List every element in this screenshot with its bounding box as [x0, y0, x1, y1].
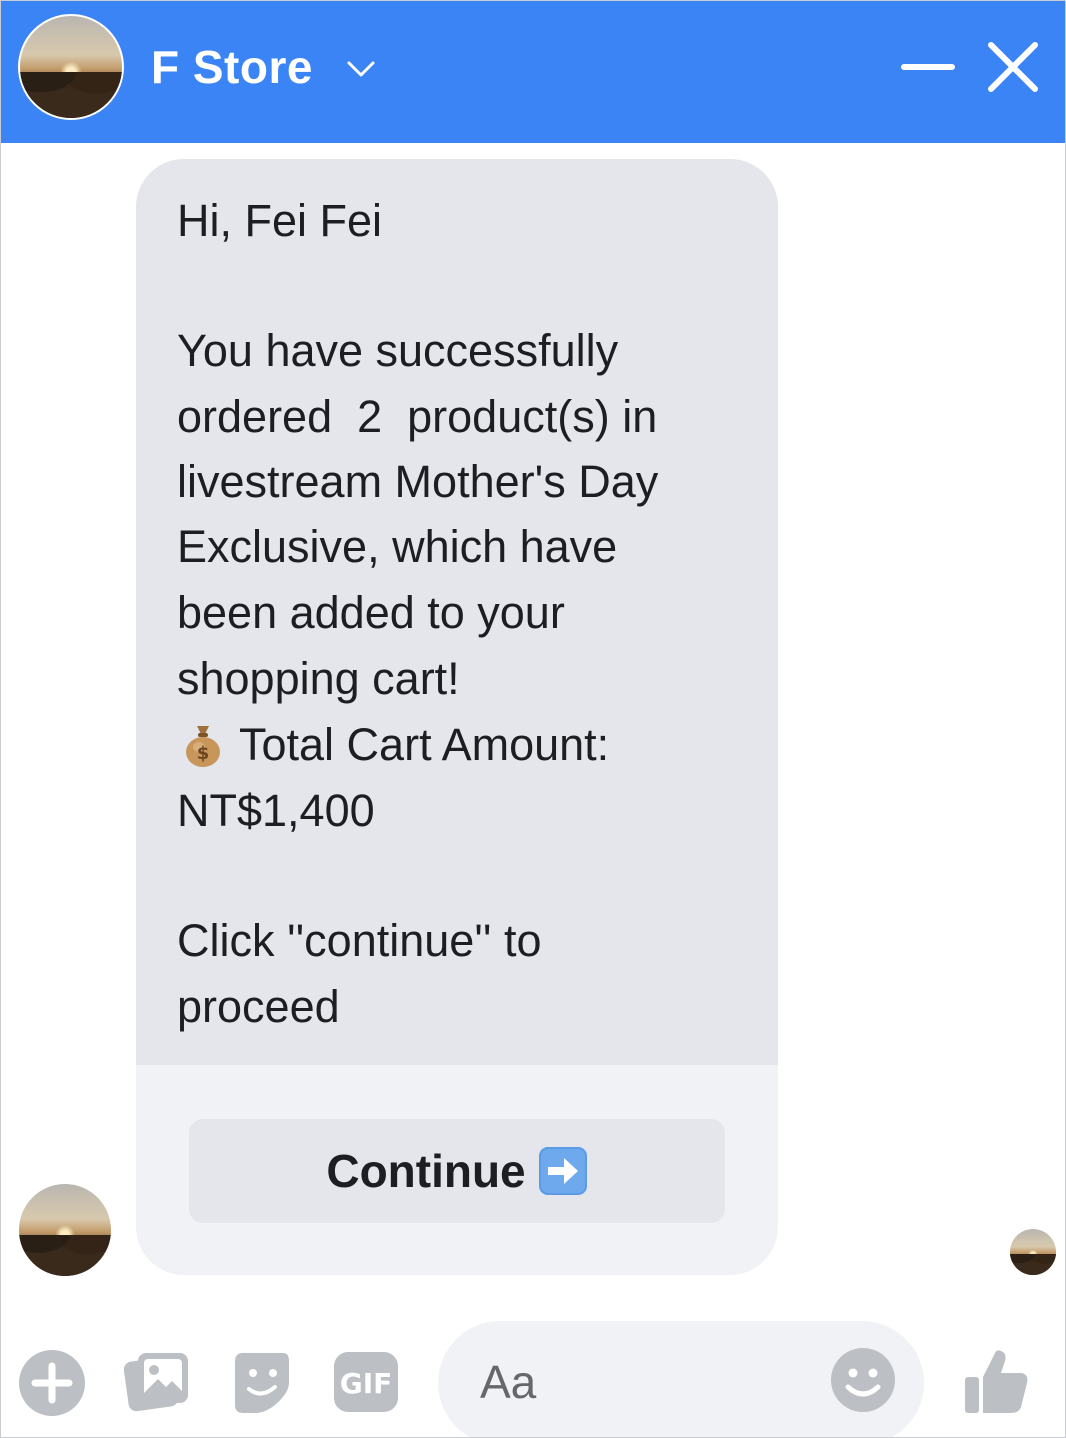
- message-line: ordered 2 product(s) in: [177, 391, 658, 442]
- store-avatar[interactable]: [18, 14, 124, 120]
- close-icon[interactable]: [985, 39, 1041, 95]
- message-line: proceed: [177, 981, 340, 1032]
- emoji-icon[interactable]: [830, 1347, 896, 1413]
- total-amount-label-line: $ Total Cart Amount:: [177, 717, 609, 773]
- chat-header: F Store: [1, 1, 1065, 143]
- total-amount-value: NT$1,400: [177, 785, 375, 836]
- chat-title[interactable]: F Store: [151, 39, 313, 95]
- svg-text:$: $: [197, 743, 210, 764]
- gif-label: GIF: [340, 1367, 393, 1400]
- seen-indicator-avatar: [1010, 1229, 1056, 1275]
- continue-button-label: Continue: [326, 1145, 526, 1197]
- total-amount-label: Total Cart Amount:: [239, 719, 610, 770]
- message-bubble: Hi, Fei Fei You have successfully ordere…: [136, 159, 778, 1275]
- message-line: Click ''continue'' to: [177, 915, 542, 966]
- message-input-placeholder: Aa: [480, 1356, 537, 1408]
- chat-window: F Store Hi, Fei Fei You have successfull…: [0, 0, 1066, 1438]
- sender-avatar[interactable]: [19, 1184, 111, 1276]
- message-line: been added to your: [177, 587, 565, 638]
- sticker-icon[interactable]: [231, 1349, 293, 1415]
- photo-icon[interactable]: [124, 1349, 190, 1415]
- thumbs-up-icon[interactable]: [961, 1347, 1031, 1417]
- chevron-down-icon[interactable]: [343, 51, 379, 87]
- plus-icon[interactable]: [18, 1349, 86, 1417]
- gif-icon[interactable]: GIF: [333, 1351, 399, 1413]
- message-line: You have successfully: [177, 325, 619, 376]
- message-line: shopping cart!: [177, 653, 460, 704]
- message-line: Hi, Fei Fei: [177, 195, 383, 246]
- right-arrow-icon: [538, 1147, 587, 1195]
- message-line: livestream Mother's Day: [177, 456, 659, 507]
- message-line: Exclusive, which have: [177, 521, 618, 572]
- money-bag-icon: $: [186, 726, 220, 767]
- message-input[interactable]: Aa: [438, 1321, 924, 1437]
- minimize-icon[interactable]: [901, 45, 955, 89]
- message-text-area: Hi, Fei Fei You have successfully ordere…: [136, 159, 778, 1065]
- continue-button[interactable]: Continue: [189, 1119, 725, 1223]
